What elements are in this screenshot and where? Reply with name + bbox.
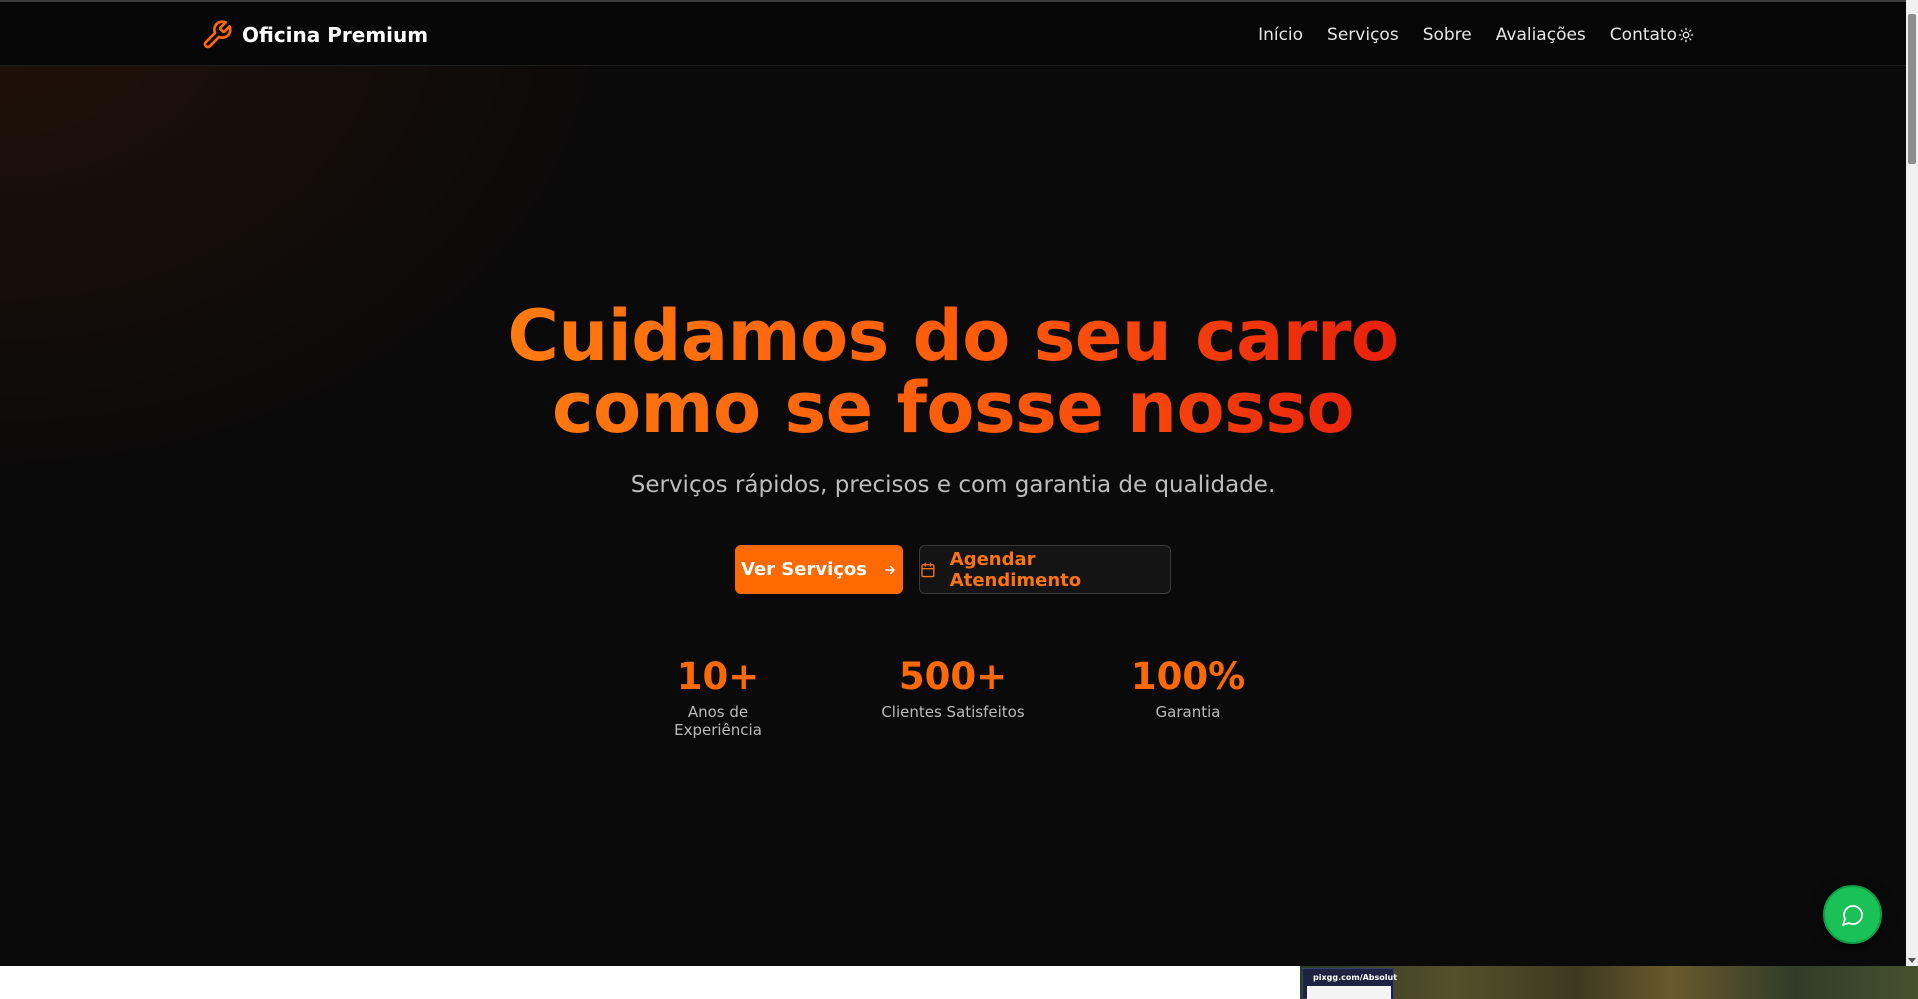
nav-item-servicos[interactable]: Serviços: [1327, 25, 1399, 45]
hero-actions: Ver Serviços Agendar Atendimento: [0, 545, 1906, 594]
ad-banner[interactable]: pixgg.com/Absolut: [1300, 966, 1918, 999]
nav-item-inicio[interactable]: Início: [1258, 25, 1303, 45]
page-scrollbar[interactable]: [1906, 0, 1918, 966]
ver-servicos-button[interactable]: Ver Serviços: [735, 545, 903, 594]
stat-label: Clientes Satisfeitos: [881, 703, 1025, 721]
stat-value: 100%: [1130, 655, 1246, 698]
chat-bubble-icon: [1841, 904, 1863, 926]
brand-logo-link[interactable]: Oficina Premium: [201, 18, 428, 52]
wrench-icon: [203, 20, 232, 49]
hero-headline-line-2: como se fosse nosso: [551, 367, 1355, 449]
site-header: Oficina Premium Início Serviços Sobre Av…: [0, 2, 1906, 66]
nav-item-contato[interactable]: Contato: [1610, 25, 1677, 45]
hero-subtitle: Serviços rápidos, precisos e com garanti…: [630, 472, 1276, 498]
stat-label: Garantia: [1155, 703, 1221, 721]
hero-headline-line-1: Cuidamos do seu carro: [507, 295, 1399, 377]
stat-experience: 10+ Anos de Experiência: [646, 655, 791, 739]
sun-icon: [1678, 27, 1694, 43]
stat-clients: 500+ Clientes Satisfeitos: [881, 655, 1026, 739]
stats-row: 10+ Anos de Experiência 500+ Clientes Sa…: [0, 655, 1906, 739]
hero-headline: Cuidamos do seu carro como se fosse noss…: [508, 300, 1399, 444]
stat-value: 500+: [898, 655, 1008, 698]
agendar-atendimento-button[interactable]: Agendar Atendimento: [919, 545, 1171, 594]
ad-text: pixgg.com/Absolut: [1313, 973, 1398, 982]
scroll-down-arrow-icon[interactable]: [1908, 958, 1916, 963]
brand-name: Oficina Premium: [242, 23, 429, 47]
agendar-atendimento-label: Agendar Atendimento: [949, 548, 1082, 591]
ad-card: pixgg.com/Absolut: [1302, 968, 1398, 999]
stat-label: Anos de Experiência: [674, 703, 762, 739]
calendar-icon: [921, 562, 935, 577]
theme-toggle-button[interactable]: [1674, 23, 1698, 47]
whatsapp-chat-button[interactable]: [1823, 885, 1882, 944]
nav-item-avaliacoes[interactable]: Avaliações: [1496, 25, 1586, 45]
arrow-right-icon: [885, 565, 895, 574]
stat-value: 10+: [676, 655, 760, 698]
page-viewport: Oficina Premium Início Serviços Sobre Av…: [0, 0, 1906, 966]
stat-guarantee: 100% Garantia: [1116, 655, 1261, 739]
ad-logo-area: [1307, 986, 1391, 999]
main-nav: Início Serviços Sobre Avaliações Contato: [1258, 20, 1677, 50]
nav-item-sobre[interactable]: Sobre: [1423, 25, 1472, 45]
scrollbar-thumb[interactable]: [1908, 14, 1916, 164]
hero-section: Cuidamos do seu carro como se fosse noss…: [0, 300, 1906, 498]
ver-servicos-label: Ver Serviços: [741, 559, 867, 580]
